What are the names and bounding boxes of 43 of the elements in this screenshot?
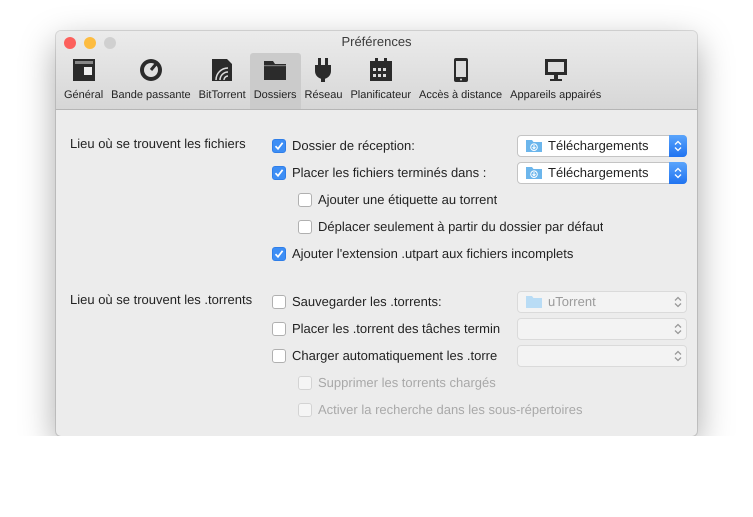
checkbox[interactable]	[272, 294, 286, 308]
checkbox[interactable]	[272, 246, 286, 260]
checkbox-label[interactable]: Placer les fichiers terminés dans :	[292, 162, 486, 182]
toolbar-tab[interactable]: Accès à distance	[415, 53, 506, 109]
stepper-icon	[674, 166, 682, 178]
toolbar-tab[interactable]: Général	[60, 53, 108, 109]
folder-popup[interactable]: Téléchargements	[517, 134, 687, 156]
download-folder-icon	[526, 166, 542, 179]
download-folder-icon	[526, 139, 542, 152]
checkbox-label[interactable]: Ajouter l'extension .utpart aux fichiers incomplets	[292, 244, 574, 264]
checkbox-label[interactable]: Sauvegarder les .torrents:	[292, 292, 442, 312]
toolbar-tab[interactable]: Réseau	[300, 53, 346, 109]
checkbox[interactable]	[272, 138, 286, 152]
minimize-button[interactable]	[84, 37, 96, 49]
popup-value: Téléchargements	[548, 164, 648, 182]
folder-icon	[526, 295, 542, 308]
close-button[interactable]	[64, 37, 76, 49]
popup-value: uTorrent	[548, 292, 596, 311]
toolbar-tab[interactable]: Planificateur	[346, 53, 415, 109]
stepper-icon	[674, 322, 682, 334]
toolbar-tab[interactable]: Bande passante	[107, 53, 195, 109]
checkbox[interactable]	[298, 220, 312, 234]
zoom-button[interactable]	[104, 37, 116, 49]
section-label: Lieu où se trouvent les .torrents	[70, 292, 252, 307]
checkbox[interactable]	[272, 166, 286, 180]
toolbar-tab[interactable]: Appareils appairés	[506, 53, 606, 109]
popup-value: Téléchargements	[548, 136, 648, 155]
checkbox-label[interactable]: Déplacer seulement à partir du dossier par défaut	[318, 216, 604, 236]
toolbar-tab[interactable]: Dossiers	[250, 53, 301, 109]
folder-popup[interactable]: Téléchargements	[517, 162, 687, 184]
stepper-icon	[674, 296, 682, 308]
checkbox[interactable]	[272, 348, 286, 362]
checkbox-label[interactable]: Placer les .torrent des tâches termin	[292, 318, 500, 338]
checkbox-label[interactable]: Dossier de réception:	[292, 136, 415, 156]
checkbox-label[interactable]: Charger automatiquement les .torre	[292, 346, 498, 366]
toolbar-tab[interactable]: BitTorrent	[194, 53, 250, 109]
checkbox[interactable]	[272, 322, 286, 336]
window-title: Préférences	[341, 34, 412, 49]
checkbox[interactable]	[298, 192, 312, 206]
section-label: Lieu où se trouvent les fichiers	[70, 136, 246, 151]
checkbox-label[interactable]: Ajouter une étiquette au torrent	[318, 190, 498, 210]
stepper-icon	[674, 350, 682, 362]
stepper-icon	[674, 140, 682, 152]
